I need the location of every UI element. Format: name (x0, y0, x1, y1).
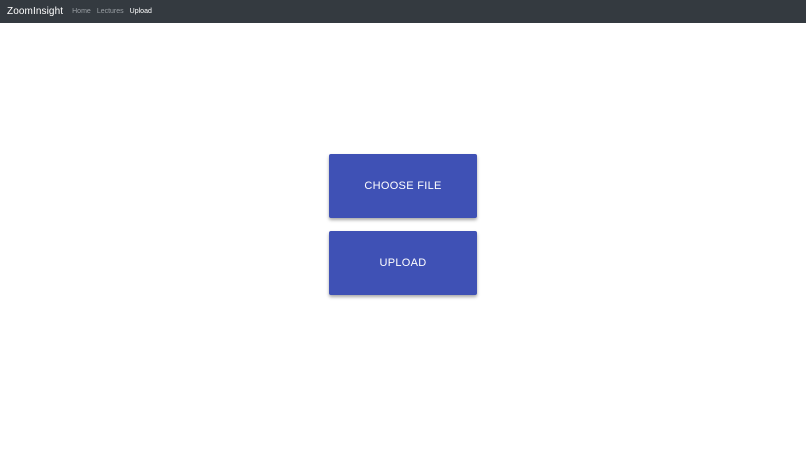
choose-file-button[interactable]: CHOOSE FILE (329, 154, 477, 218)
nav-link-upload[interactable]: Upload (130, 8, 152, 15)
upload-button[interactable]: UPLOAD (329, 231, 477, 295)
nav-link-home[interactable]: Home (72, 8, 91, 15)
nav-link-lectures[interactable]: Lectures (97, 8, 124, 15)
upload-page: CHOOSE FILE UPLOAD (0, 23, 806, 453)
brand-link[interactable]: ZoomInsight (7, 6, 63, 17)
top-navbar: ZoomInsight Home Lectures Upload (0, 0, 806, 23)
